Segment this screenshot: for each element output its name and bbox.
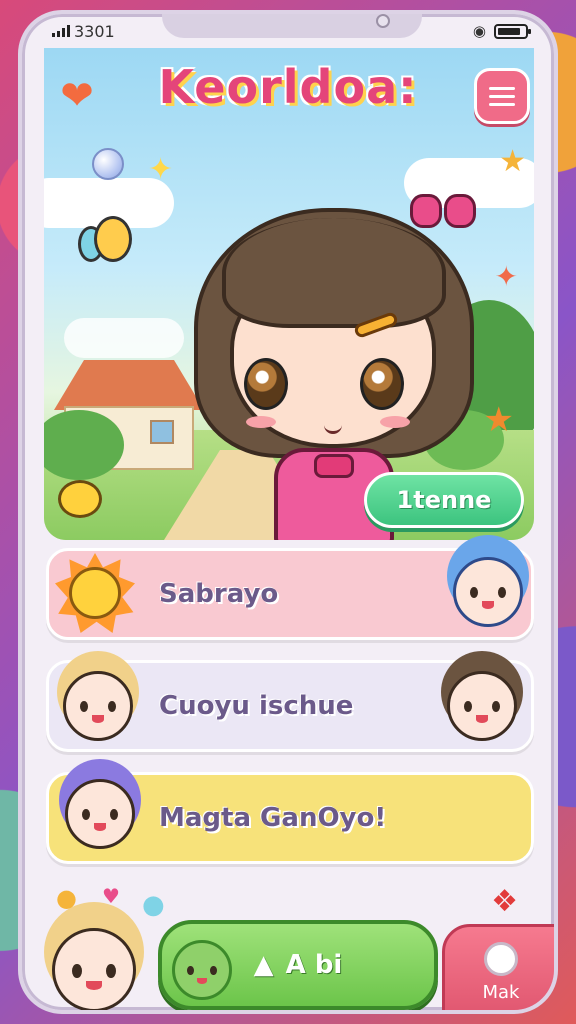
sparkle-icon: ★ <box>499 144 526 179</box>
menu-card-sabrayo[interactable]: Sabrayo <box>46 548 534 640</box>
blonde-girl-character-icon <box>52 928 136 1010</box>
menu-button[interactable] <box>474 68 530 124</box>
menu-card-cuoyu[interactable]: Cuoyu ischue <box>46 660 534 752</box>
card-label: Sabrayo <box>159 579 279 609</box>
battery-icon <box>494 23 531 39</box>
hero-scene: ✦ ★ ✦ ★ 1tenne <box>44 48 534 540</box>
wifi-icon: ◉ <box>472 22 486 40</box>
balloon-icon <box>78 216 136 276</box>
blue-cat-character-icon <box>453 557 523 627</box>
make-button[interactable]: Mak <box>442 924 554 1010</box>
heart-icon: ♥ <box>102 884 120 908</box>
robot-icon <box>484 941 518 976</box>
purple-cat-character-icon <box>65 779 135 849</box>
green-frog-character-icon <box>172 940 232 1000</box>
status-bar: 3301 ◉ <box>22 14 554 48</box>
blonde-girl-character-icon <box>63 671 133 741</box>
heart-icon[interactable]: ❤ <box>52 74 102 118</box>
cloud <box>64 318 184 358</box>
sun-character-icon <box>55 553 135 633</box>
play-icon: ▲ <box>253 950 274 980</box>
play-label: A bi <box>285 950 343 980</box>
phone-frame: 3301 ◉ ✦ ★ ✦ ★ 1tenne Keorldoa: ❤ Sabray… <box>18 10 558 1014</box>
card-label: Magta GanOyo! <box>159 803 387 833</box>
status-time: 3301 <box>74 21 115 41</box>
star-icon: ★ <box>483 400 514 440</box>
make-label: Mak <box>482 981 520 1003</box>
card-label: Cuoyu ischue <box>159 691 354 721</box>
balloon-icon: ● <box>56 884 77 912</box>
menu-card-magta[interactable]: Magta GanOyo! <box>46 772 534 864</box>
bow-icon: ❖ <box>491 884 518 919</box>
balloon-icon: ● <box>142 890 165 920</box>
chick-icon <box>58 480 102 518</box>
sparkle-icon: ✦ <box>494 260 518 293</box>
sparkle-icon: ✦ <box>148 152 174 187</box>
bottom-nav: ● ♥ ● ▲ A bi ❖ Mak <box>22 884 554 1010</box>
bubble-icon <box>92 148 124 180</box>
brown-hair-girl-character-icon <box>447 671 517 741</box>
menu-icon <box>489 86 515 90</box>
home-button[interactable]: 1tenne <box>364 472 524 528</box>
signal-icon <box>52 25 70 37</box>
